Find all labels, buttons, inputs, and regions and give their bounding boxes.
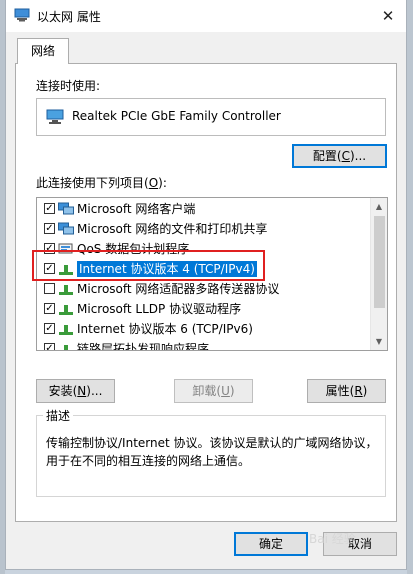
properties-button[interactable]: 属性(R)	[307, 379, 386, 403]
item-checkbox[interactable]: ✓	[44, 203, 55, 214]
scroll-up-arrow-icon[interactable]: ▲	[371, 198, 387, 215]
close-icon: ✕	[381, 7, 395, 25]
description-group: 描述 传输控制协议/Internet 协议。该协议是默认的广域网络协议，用于在不…	[36, 407, 386, 497]
network-adapter-icon	[14, 8, 30, 22]
list-item-lldp[interactable]: ✓ Microsoft LLDP 协议驱动程序	[37, 299, 372, 319]
list-scrollbar[interactable]: ▲ ▼	[370, 198, 387, 350]
item-checkbox[interactable]: ✓	[44, 223, 55, 234]
item-checkbox[interactable]	[44, 283, 55, 294]
highlight-annotation-box	[32, 250, 265, 281]
network-client-icon	[58, 222, 74, 235]
properties-dialog: 以太网 属性 ✕ 网络 连接时使用: Realtek PCIe GbE Fami…	[5, 0, 407, 570]
list-item-multiplexor[interactable]: Microsoft 网络适配器多路传送器协议	[37, 279, 372, 299]
item-label: 链路层拓扑发现响应程序	[77, 342, 210, 351]
install-button[interactable]: 安装(N)...	[36, 379, 115, 403]
tab-panel: 连接时使用: Realtek PCIe GbE Family Controlle…	[15, 63, 397, 522]
description-text: 传输控制协议/Internet 协议。该协议是默认的广域网络协议，用于在不同的相…	[46, 436, 378, 468]
protocol-icon	[59, 285, 73, 295]
ok-button[interactable]: 确定	[234, 532, 308, 556]
adapter-name: Realtek PCIe GbE Family Controller	[72, 109, 281, 123]
item-label: Internet 协议版本 6 (TCP/IPv6)	[77, 322, 253, 336]
item-label: Microsoft 网络的文件和打印机共享	[77, 222, 268, 236]
item-checkbox[interactable]: ✓	[44, 303, 55, 314]
item-label: Microsoft 网络适配器多路传送器协议	[77, 282, 280, 296]
window-title: 以太网 属性	[37, 10, 101, 24]
connect-using-label: 连接时使用:	[36, 79, 101, 93]
protocol-icon	[64, 345, 68, 350]
protocol-icon	[59, 305, 73, 315]
tab-label: 网络	[30, 44, 55, 58]
list-item-ms-client[interactable]: ✓ Microsoft 网络客户端	[37, 199, 372, 219]
uninstall-button[interactable]: 卸载(U)	[174, 379, 253, 403]
items-label: 此连接使用下列项目(O):	[36, 176, 167, 190]
list-item-lltd-responder[interactable]: ✓ 链路层拓扑发现响应程序	[37, 339, 372, 351]
network-client-icon	[58, 202, 74, 215]
adapter-box: Realtek PCIe GbE Family Controller	[36, 98, 386, 136]
list-item-file-printer-sharing[interactable]: ✓ Microsoft 网络的文件和打印机共享	[37, 219, 372, 239]
item-checkbox[interactable]: ✓	[44, 343, 55, 350]
tab-networking[interactable]: 网络	[17, 38, 69, 64]
item-checkbox[interactable]: ✓	[44, 323, 55, 334]
configure-button[interactable]: 配置(C)...	[292, 144, 387, 168]
close-button[interactable]: ✕	[374, 3, 402, 29]
scroll-thumb[interactable]	[374, 216, 385, 308]
scroll-down-arrow-icon[interactable]: ▼	[371, 333, 387, 350]
background-right-strip	[407, 0, 413, 574]
item-label: Microsoft LLDP 协议驱动程序	[77, 302, 242, 316]
title-bar: 以太网 属性 ✕	[6, 0, 406, 32]
list-item-ipv6[interactable]: ✓ Internet 协议版本 6 (TCP/IPv6)	[37, 319, 372, 339]
watermark-text: Bai 经验	[309, 532, 356, 546]
item-label: Microsoft 网络客户端	[77, 202, 196, 216]
network-adapter-icon	[46, 109, 64, 124]
protocol-icon	[59, 325, 73, 335]
description-title: 描述	[43, 407, 74, 424]
